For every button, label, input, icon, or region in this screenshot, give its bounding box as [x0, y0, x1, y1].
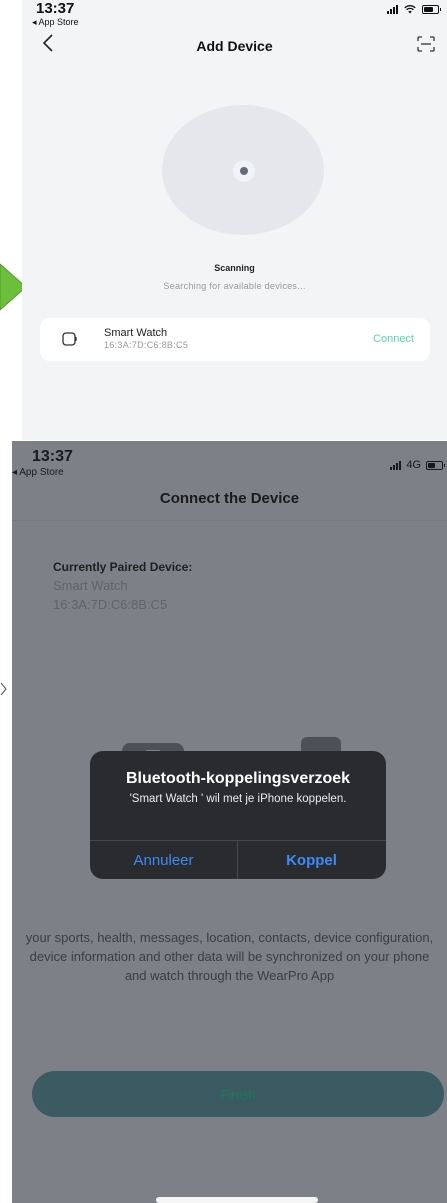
scanning-heading: Scanning — [214, 263, 255, 273]
watch-icon — [62, 332, 77, 346]
battery-icon — [422, 5, 441, 14]
page-title: Connect the Device — [159, 490, 300, 507]
signal-icon — [387, 5, 398, 14]
wifi-icon — [404, 5, 416, 14]
status-time: 13:37 — [32, 448, 73, 465]
composite-screenshot: 13:37 ◂ App Store Add Device Scanning Se… — [0, 0, 447, 1203]
status-time: 13:37 — [36, 0, 75, 17]
scanning-subtext: Searching for available devices... — [163, 281, 306, 291]
header-divider — [12, 520, 447, 521]
cancel-button[interactable]: Annuleer — [90, 841, 237, 879]
connect-button[interactable]: Connect — [373, 333, 414, 345]
connect-device-screen: 13:37 ◂ App Store 4G Connect the Device … — [12, 441, 447, 1203]
alert-message: 'Smart Watch ' wil met je iPhone koppele… — [129, 793, 347, 805]
signal-icon — [390, 460, 402, 470]
back-to-app-store-link[interactable]: ◂ App Store — [32, 17, 79, 28]
back-to-app-store-link[interactable]: ◂ App Store — [12, 467, 64, 478]
radar-center-dot — [233, 160, 255, 182]
paired-device-label: Currently Paired Device: — [53, 560, 193, 574]
sync-description: your sports, health, messages, location,… — [25, 930, 434, 983]
page-title: Add Device — [196, 38, 273, 54]
battery-icon — [426, 460, 445, 470]
add-device-screen: 13:37 ◂ App Store Add Device Scanning Se… — [22, 0, 447, 440]
status-bar: 13:37 ◂ App Store — [22, 0, 447, 30]
paired-device-mac: 16:3A:7D:C6:8B:C5 — [53, 597, 168, 612]
network-type: 4G — [406, 459, 421, 471]
alert-title: Bluetooth-koppelingsverzoek — [125, 770, 351, 787]
status-icons: 4G — [390, 459, 445, 471]
finish-button[interactable]: Finish — [32, 1071, 444, 1117]
status-icons — [387, 5, 441, 14]
device-list-item[interactable]: Smart Watch 16:3A:7D:C6:8B:C5 Connect — [40, 318, 430, 361]
status-bar: 13:37 ◂ App Store 4G — [12, 441, 447, 481]
scan-frame-icon[interactable] — [417, 36, 435, 52]
side-mark-icon — [0, 682, 7, 696]
nav-bar: Add Device — [22, 30, 447, 60]
scanning-radar — [162, 105, 324, 235]
device-mac: 16:3A:7D:C6:8B:C5 — [104, 340, 189, 350]
bluetooth-pairing-alert: Bluetooth-koppelingsverzoek 'Smart Watch… — [90, 751, 386, 879]
pair-button[interactable]: Koppel — [238, 841, 385, 879]
device-name: Smart Watch — [104, 327, 168, 339]
home-indicator[interactable] — [156, 1197, 318, 1203]
paired-device-name: Smart Watch — [53, 578, 128, 593]
